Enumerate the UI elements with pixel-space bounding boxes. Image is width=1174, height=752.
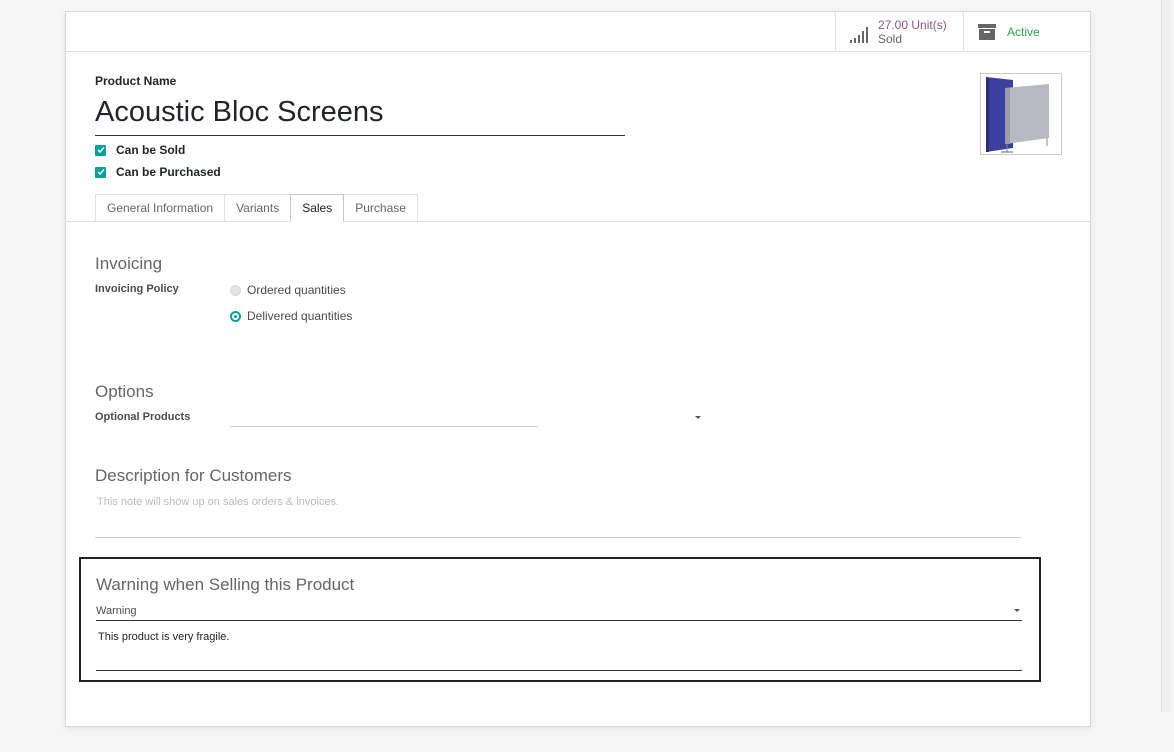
optional-products-input[interactable] <box>230 409 538 427</box>
radio-delivered-quantities[interactable]: Delivered quantities <box>230 309 352 323</box>
radio-button[interactable] <box>230 310 241 322</box>
form-sheet: 27.00 Unit(s) Sold Active Product Name A… <box>65 11 1091 727</box>
tab-general-information[interactable]: General Information <box>95 194 226 222</box>
product-name-input[interactable]: Acoustic Bloc Screens <box>95 92 625 136</box>
can-be-purchased-label: Can be Purchased <box>116 165 221 179</box>
warning-type-value: Warning <box>96 605 137 617</box>
archive-box-icon <box>977 21 999 43</box>
warning-type-select[interactable]: Warning <box>96 603 1022 621</box>
page-scrollbar[interactable] <box>1161 0 1171 712</box>
warning-message-input[interactable]: This product is very fragile. <box>96 627 1022 671</box>
product-image[interactable] <box>980 73 1062 155</box>
warning-section-title: Warning when Selling this Product <box>96 575 355 594</box>
can-be-purchased-field: Can be Purchased <box>95 165 221 179</box>
can-be-sold-label: Can be Sold <box>116 143 186 157</box>
tab-variants[interactable]: Variants <box>224 194 292 222</box>
invoicing-policy-label: Invoicing Policy <box>95 283 179 295</box>
invoicing-section-title: Invoicing <box>95 254 163 273</box>
description-section-title: Description for Customers <box>95 466 292 485</box>
can-be-purchased-checkbox[interactable] <box>95 166 106 178</box>
sale-warning-box: Warning when Selling this Product Warnin… <box>79 557 1041 682</box>
chevron-down-icon[interactable] <box>695 416 701 419</box>
product-name-label: Product Name <box>95 74 177 88</box>
radio-label: Ordered quantities <box>247 283 346 297</box>
button-box: 27.00 Unit(s) Sold Active <box>66 12 1090 52</box>
description-input[interactable]: This note will show up on sales orders &… <box>97 496 339 508</box>
active-label: Active <box>1007 25 1040 39</box>
chevron-down-icon[interactable] <box>1014 609 1020 612</box>
radio-button[interactable] <box>230 284 241 296</box>
notebook-tabs: General Information Variants Sales Purch… <box>95 194 418 222</box>
description-underline <box>95 537 1021 538</box>
active-toggle-button[interactable]: Active <box>963 12 1091 52</box>
tab-divider <box>66 221 1090 222</box>
radio-label: Delivered quantities <box>247 309 353 323</box>
sold-value: 27.00 Unit(s) <box>878 18 947 32</box>
radio-ordered-quantities[interactable]: Ordered quantities <box>230 283 346 297</box>
sold-label: Sold <box>878 32 903 46</box>
options-section-title: Options <box>95 382 154 401</box>
tab-sales[interactable]: Sales <box>290 194 345 222</box>
sold-stat-button[interactable]: 27.00 Unit(s) Sold <box>835 12 963 52</box>
optional-products-label: Optional Products <box>95 411 191 423</box>
can-be-sold-checkbox[interactable] <box>95 144 106 156</box>
can-be-sold-field: Can be Sold <box>95 143 185 157</box>
tab-purchase[interactable]: Purchase <box>343 194 418 222</box>
signal-bars-icon <box>849 21 871 43</box>
